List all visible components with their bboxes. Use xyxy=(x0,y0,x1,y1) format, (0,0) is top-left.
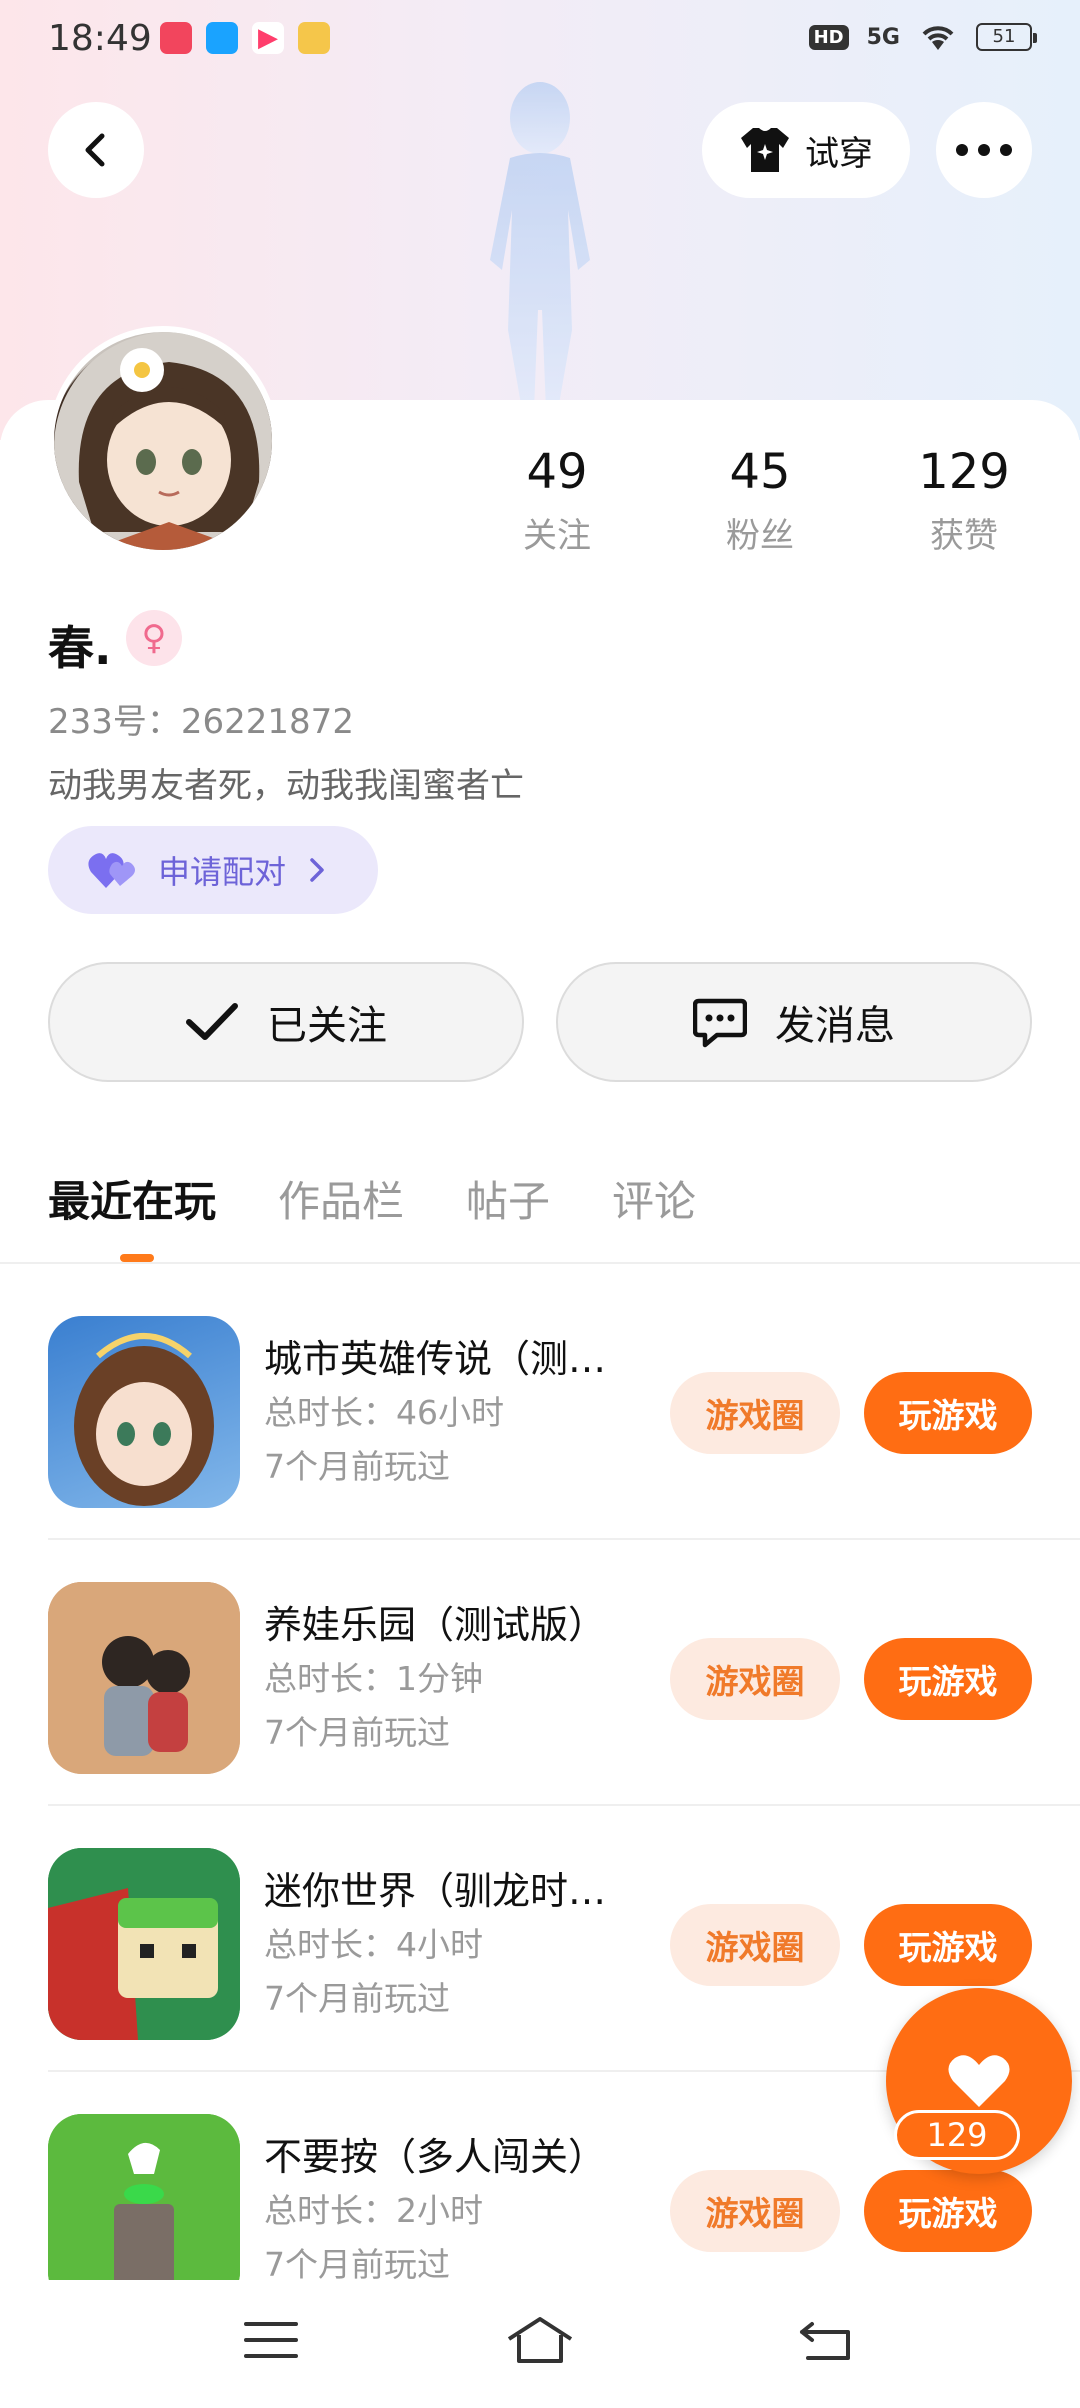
play-game-button[interactable]: 玩游戏 xyxy=(864,1904,1032,1986)
game-last-played: 7个月前玩过 xyxy=(264,1447,450,1486)
game-last-played: 7个月前玩过 xyxy=(264,2245,450,2280)
send-message-button[interactable]: 发消息 xyxy=(556,962,1032,1082)
apply-pair-label: 申请配对 xyxy=(158,853,287,891)
game-circle-button[interactable]: 游戏圈 xyxy=(670,2170,840,2252)
try-on-button[interactable]: 试穿 xyxy=(702,102,910,198)
game-thumbnail xyxy=(74,1333,214,1506)
home-icon xyxy=(507,2317,573,2363)
game-last-played: 7个月前玩过 xyxy=(264,1979,450,2018)
chat-bubble-icon xyxy=(693,998,747,1048)
app-notification-icon xyxy=(160,22,192,54)
tab-recently-played[interactable]: 最近在玩 xyxy=(48,1168,216,1229)
user-bio: 动我男友者死，动我我闺蜜者亡 xyxy=(48,766,524,806)
game-name: 城市英雄传说（测… xyxy=(264,1337,607,1381)
likes-stat[interactable]: 129 获赞 xyxy=(874,444,1054,557)
status-system-icons: HD 5G 51 xyxy=(808,22,1037,52)
likes-label: 获赞 xyxy=(930,516,998,556)
game-circle-button[interactable]: 游戏圈 xyxy=(670,1638,840,1720)
send-message-label: 发消息 xyxy=(775,1003,895,1049)
chevron-right-icon xyxy=(310,858,324,882)
username: 春. xyxy=(48,621,112,675)
status-time: 18:49 xyxy=(48,18,152,59)
more-dots-icon xyxy=(956,144,1012,156)
user-id: 233号：26221872 xyxy=(48,702,354,742)
tabs-divider xyxy=(0,1262,1080,1264)
female-icon: ♀ xyxy=(126,610,182,666)
return-icon xyxy=(800,2322,850,2360)
apply-pair-button[interactable]: 申请配对 xyxy=(48,826,378,914)
followed-button[interactable]: 已关注 xyxy=(48,962,524,1082)
play-game-button[interactable]: 玩游戏 xyxy=(864,1638,1032,1720)
game-duration: 总时长：46小时 xyxy=(264,1393,504,1432)
game-thumbnail xyxy=(48,1582,240,1774)
game-circle-button[interactable]: 游戏圈 xyxy=(670,1372,840,1454)
game-circle-button[interactable]: 游戏圈 xyxy=(670,1904,840,1986)
game-name: 不要按（多人闯关） xyxy=(264,2135,607,2179)
back-button[interactable] xyxy=(48,102,144,198)
followers-count: 45 xyxy=(729,444,791,500)
profile-tabs: 最近在玩 作品栏 帖子 评论 xyxy=(48,1168,696,1229)
game-name: 迷你世界（驯龙时… xyxy=(264,1869,607,1913)
system-navigation-bar xyxy=(0,2280,1080,2408)
active-tab-indicator xyxy=(120,1254,154,1262)
play-game-button[interactable]: 玩游戏 xyxy=(864,1372,1032,1454)
shirt-icon xyxy=(741,128,789,172)
game-icon-dont-press[interactable] xyxy=(48,2114,240,2280)
game-duration: 总时长：1分钟 xyxy=(264,1659,483,1698)
app-notification-icon xyxy=(298,22,330,54)
play-notification-icon: ▶ xyxy=(252,22,284,54)
double-heart-icon xyxy=(88,853,135,888)
game-duration: 总时长：4小时 xyxy=(264,1925,483,1964)
game-duration: 总时长：2小时 xyxy=(264,2191,483,2230)
followed-label: 已关注 xyxy=(267,1003,387,1049)
hd-icon: HD xyxy=(808,24,849,50)
like-count-badge: 129 xyxy=(894,2110,1020,2160)
following-count: 49 xyxy=(526,444,588,500)
wifi-icon xyxy=(922,26,954,50)
game-icon-baby-park[interactable] xyxy=(48,1582,240,1774)
game-list-item[interactable]: 养娃乐园（测试版） 总时长：1分钟 7个月前玩过 游戏圈 玩游戏 xyxy=(0,1540,1080,1806)
game-icon-city-hero[interactable] xyxy=(48,1316,240,1508)
game-name: 养娃乐园（测试版） xyxy=(264,1603,607,1647)
play-game-button[interactable]: 玩游戏 xyxy=(864,2170,1032,2252)
game-thumbnail xyxy=(48,1848,240,2040)
chevron-left-icon xyxy=(85,133,105,167)
avatar-figure-hologram xyxy=(490,82,590,410)
following-label: 关注 xyxy=(523,516,591,556)
battery-icon: 51 xyxy=(976,23,1037,51)
tab-posts[interactable]: 帖子 xyxy=(466,1168,550,1229)
try-on-label: 试穿 xyxy=(805,133,873,174)
heart-icon xyxy=(948,2055,1010,2107)
following-stat[interactable]: 49 关注 xyxy=(467,444,647,557)
game-list-item[interactable]: 城市英雄传说（测… 总时长：46小时 7个月前玩过 游戏圈 玩游戏 xyxy=(0,1274,1080,1540)
followers-stat[interactable]: 45 粉丝 xyxy=(670,444,850,557)
game-icon-mini-world[interactable] xyxy=(48,1848,240,2040)
game-last-played: 7个月前玩过 xyxy=(264,1713,450,1752)
more-options-button[interactable] xyxy=(936,102,1032,198)
game-thumbnail xyxy=(48,2114,240,2280)
home-nav-button[interactable] xyxy=(505,2310,575,2370)
avatar[interactable] xyxy=(48,326,278,556)
followers-label: 粉丝 xyxy=(726,516,794,556)
app-notification-icon xyxy=(206,22,238,54)
likes-count: 129 xyxy=(918,444,1010,500)
status-notification-icons: ▶ xyxy=(160,22,330,54)
tab-comments[interactable]: 评论 xyxy=(612,1168,696,1229)
menu-nav-button[interactable] xyxy=(236,2310,306,2370)
tab-works[interactable]: 作品栏 xyxy=(278,1168,404,1229)
menu-icon xyxy=(244,2322,298,2358)
status-bar: 18:49 ▶ HD 5G 51 xyxy=(0,0,1080,80)
signal-icon: 5G xyxy=(866,24,900,50)
checkmark-icon xyxy=(186,1003,238,1040)
back-nav-button[interactable] xyxy=(790,2310,860,2370)
